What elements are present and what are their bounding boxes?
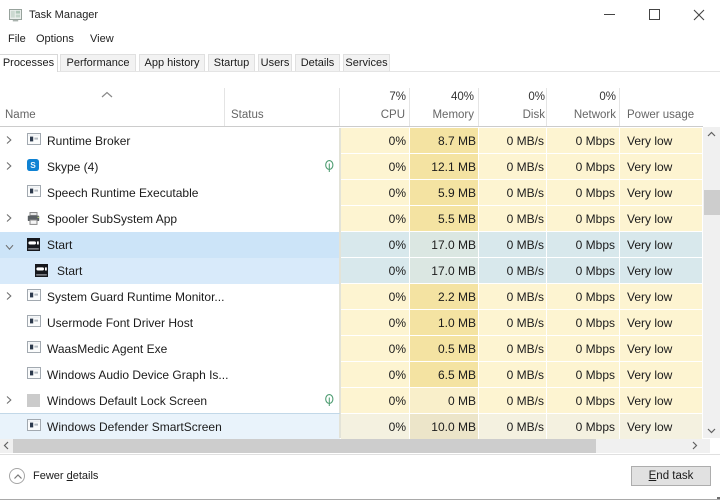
svg-text:S: S — [30, 160, 36, 170]
